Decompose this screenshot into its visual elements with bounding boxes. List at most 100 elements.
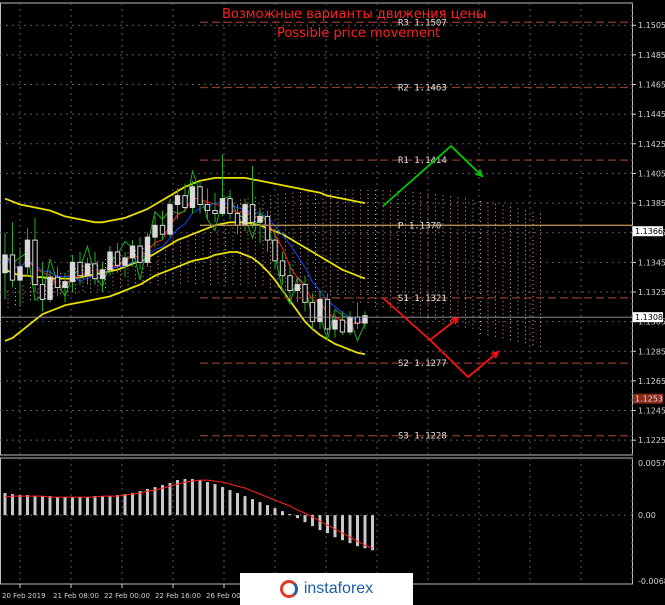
oscillator-bar [41,496,44,516]
oscillator-bar [101,496,104,516]
candle-body [204,204,211,211]
oscillator-bar [176,480,179,516]
oscillator-bar [56,497,59,516]
candle-body [47,276,53,300]
candle-body [84,263,91,277]
oscillator-bar [206,482,209,516]
oscillator-bar [258,502,262,516]
candle-body [114,251,121,266]
price-tick-label: 1.1325 [638,288,665,297]
candle-body [249,204,256,223]
price-tick-label: 1.1465 [638,81,665,90]
candle-body [302,284,308,303]
time-tick-label: 21 Feb 08:00 [53,592,99,600]
price-tick-label: 1.1265 [638,377,665,386]
oscillator-bar [213,484,217,516]
candle-body [317,298,323,323]
oscillator-bar [236,493,239,516]
price-tick-label: 1.1425 [638,140,665,149]
candle-body [264,215,271,241]
price-tick-label: 1.1505 [638,21,665,30]
candle-body [234,212,241,226]
price-tick-label: 1.1405 [638,169,665,178]
candle-body [107,251,113,271]
candle-body [69,261,76,283]
candle-body [309,301,316,323]
candle-body [137,245,143,263]
level-label: S2 1.1277 [398,359,447,369]
price-tag-text: 1.1308 [635,313,663,322]
level-label: S3 1.1228 [398,432,447,442]
candle-body [152,224,158,238]
candle-body [339,319,346,333]
price-tick-label: 1.1345 [638,258,665,267]
candle-body [347,316,353,333]
candle-body [32,239,38,286]
oscillator-bar [371,515,374,551]
level-label: S1 1.1321 [398,294,447,304]
oscillator-bar [303,515,307,523]
oscillator-bar [251,499,254,516]
oscillator-bar [153,487,157,516]
price-tick-label: 1.1245 [638,407,665,416]
price-tick-label: 1.1225 [638,436,665,445]
oscillator-bar [123,494,127,516]
candle-body [227,198,233,214]
oscillator-bar [161,485,164,516]
oscillator-bar [198,480,202,516]
oscillator-bar [273,508,277,516]
candle-body [287,275,293,292]
price-tick-label: 1.1385 [638,199,665,208]
oscillator-tick-label: -0.00687 [638,577,665,586]
logo-text: instaforex [303,580,374,597]
candle-body [159,224,166,235]
time-tick-label: 22 Feb 00:00 [104,592,150,600]
oscillator-bar [228,490,232,516]
oscillator-bar [93,496,97,516]
candle-body [212,209,218,214]
oscillator-bar [348,515,352,544]
candle-body [77,261,83,277]
level-label: P 1.1370 [398,221,441,231]
candle-body [354,316,361,324]
oscillator-bar [281,511,284,516]
oscillator-bar [116,495,119,516]
oscillator-bar [296,515,299,519]
candle-body [272,239,278,262]
oscillator-bar [108,496,112,516]
chart-title-en: Possible price movement [277,26,441,41]
level-label: R1 1.1414 [398,156,447,166]
candle-body [122,257,128,266]
candle-body [39,284,46,300]
oscillator-bar [71,497,74,516]
price-tick-label: 1.1285 [638,347,665,356]
oscillator-bar [341,515,344,541]
oscillator-bar [131,493,134,516]
candle-body [197,186,203,206]
candle-body [2,254,8,274]
candle-body [9,254,16,281]
oscillator-bar [11,494,14,516]
candle-body [219,198,226,214]
candle-body [54,276,61,289]
oscillator-tick-label: 0.0057 [638,459,665,468]
oscillator-bar [191,479,194,516]
oscillator-bar [18,495,22,516]
candle-body [182,195,188,209]
oscillator-bar [243,496,247,516]
candle-body [294,284,301,292]
oscillator-bar [78,497,82,516]
candle-body [242,204,248,226]
price-chart: 1.1505 1.1485 1.1465 1.1445 1.1425 1.1405 1.13… [0,0,665,605]
candle-body [174,195,181,206]
chart-title-ru: Возможные варианты движения цены [222,7,487,22]
chart-background [0,0,665,605]
candle-body [279,260,286,277]
candle-body [332,319,338,330]
price-tag-text: 1.1253 [635,395,663,404]
instaforex-logo: instaforex [240,573,413,605]
oscillator-bar [26,495,29,516]
price-tick-label: 1.1485 [638,51,665,60]
oscillator-bar [266,505,269,516]
time-tick-label: 20 Feb 2019 [2,592,46,600]
